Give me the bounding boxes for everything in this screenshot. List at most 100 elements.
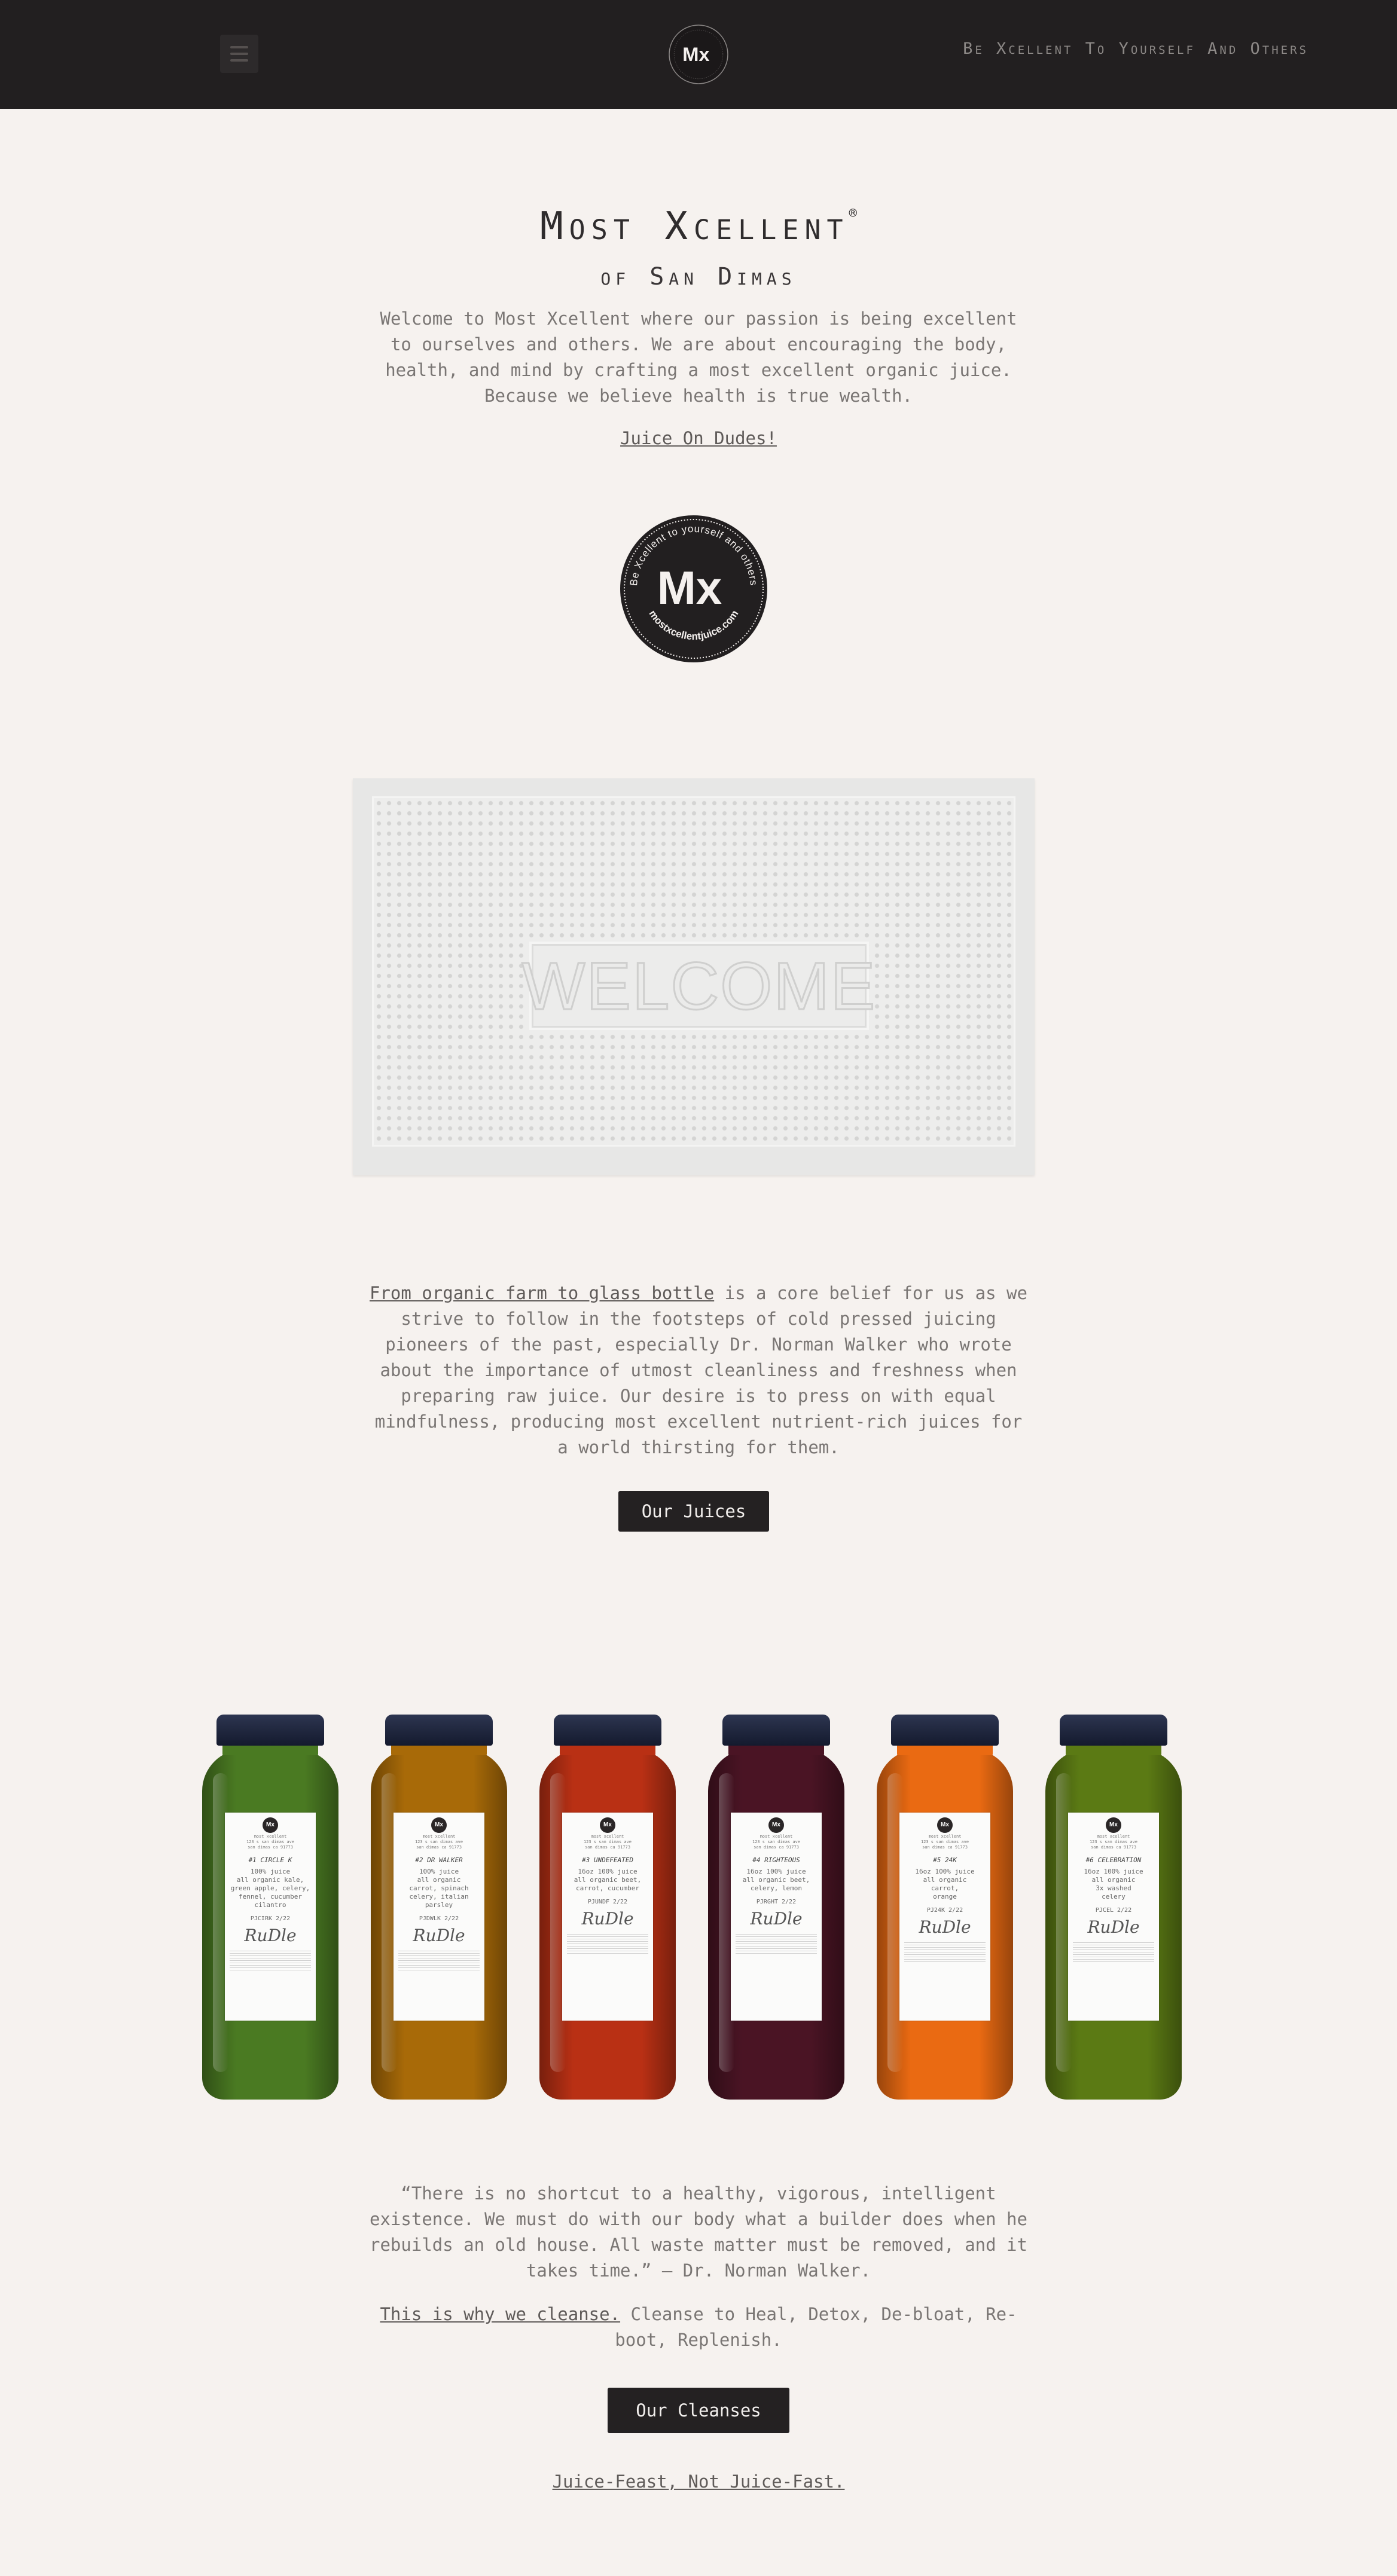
walker-quote: “There is no shortcut to a healthy, vigo… <box>0 2181 1397 2284</box>
juice-on-dudes-link[interactable]: Juice On Dudes! <box>0 428 1397 448</box>
label-signature: RuDle <box>413 1926 465 1945</box>
label-city: san dimas ca 91773 <box>585 1845 630 1850</box>
label-signature: RuDle <box>244 1926 297 1945</box>
label-batch: PJDWLK 2/22 <box>419 1915 459 1922</box>
label-description: 16oz 100% juice all organic carrot, orange <box>899 1868 990 1901</box>
label-city: san dimas ca 91773 <box>416 1845 462 1850</box>
label-juice-name: #6 CELEBRATION <box>1085 1856 1142 1864</box>
label-logo: Mx <box>431 1817 447 1833</box>
label-signature: RuDle <box>919 1917 971 1937</box>
quote-line: rebuilds an old house. All waste matter … <box>370 2235 1027 2255</box>
label-logo: Mx <box>768 1817 784 1833</box>
intro-line: Welcome to Most Xcellent where our passi… <box>380 308 1017 329</box>
menu-bar <box>230 59 248 62</box>
label-desc-line: parsley <box>425 1901 453 1909</box>
label-fine-print <box>230 1949 311 1970</box>
juice-bottle: Mx most xcellent 123 s san dimas ave san… <box>1041 1710 1186 2104</box>
intro-line: to ourselves and others. We are about en… <box>390 334 1007 355</box>
farm-line: strive to follow in the footsteps of col… <box>401 1309 996 1329</box>
label-desc-line: cilantro <box>254 1901 286 1909</box>
label-brand: most xcellent <box>759 1834 793 1839</box>
label-description: 100% juice all organic kale, green apple, … <box>225 1868 316 1909</box>
label-desc-line: carrot, <box>931 1884 959 1892</box>
bottle-label: Mx most xcellent 123 s san dimas ave san… <box>394 1813 484 2021</box>
juice-bottle: Mx most xcellent 123 s san dimas ave san… <box>366 1710 512 2104</box>
header-tagline: Be Xcellent To Yourself And Others <box>963 39 1308 58</box>
welcome-mat-texture: WELCOME <box>372 796 1015 1147</box>
label-desc-line: all organic <box>417 1876 461 1884</box>
menu-bar <box>230 53 248 55</box>
label-desc-line: carrot, cucumber <box>576 1884 639 1892</box>
brand-subtitle: of San Dimas <box>600 263 797 291</box>
label-desc-line: 100% juice <box>250 1868 291 1875</box>
label-brand: most xcellent <box>254 1834 287 1839</box>
brand-title: Most Xcellent® <box>0 204 1397 249</box>
hamburger-menu-button[interactable] <box>220 35 258 73</box>
label-description: 100% juice all organic carrot, spinach cele… <box>394 1868 484 1909</box>
cleanse-line: boot, Replenish. <box>615 2330 782 2350</box>
label-logo: Mx <box>937 1817 953 1833</box>
why-we-cleanse-link[interactable]: This is why we cleanse. <box>380 2304 620 2324</box>
farm-first-line-rest: is a core belief for us as we <box>714 1283 1027 1303</box>
label-logo: Mx <box>600 1817 615 1833</box>
bottle-label: Mx most xcellent 123 s san dimas ave san… <box>1068 1813 1159 2021</box>
our-juices-button[interactable]: Our Juices <box>618 1491 769 1532</box>
label-juice-name: #2 DR WALKER <box>415 1856 463 1864</box>
label-juice-name: #5 24K <box>933 1856 957 1864</box>
label-desc-line: 16oz 100% juice <box>746 1868 806 1875</box>
intro-line: health, and mind by crafting a most exce… <box>385 360 1012 380</box>
label-description: 16oz 100% juice all organic beet, celery, … <box>731 1868 822 1893</box>
quote-line: “There is no shortcut to a healthy, vigo… <box>401 2183 996 2204</box>
label-juice-name: #1 CIRCLE K <box>248 1856 292 1864</box>
header-logo-mark: Mx <box>682 43 709 65</box>
label-fine-print <box>567 1932 648 1954</box>
label-desc-line: all organic beet, <box>742 1876 810 1884</box>
label-desc-line: fennel, cucumber <box>239 1893 302 1900</box>
organic-farm-link[interactable]: From organic farm to glass bottle <box>370 1283 714 1303</box>
label-brand: most xcellent <box>591 1834 624 1839</box>
label-address: 123 s san dimas ave <box>1089 1839 1138 1844</box>
bottle-cap <box>554 1715 661 1746</box>
label-address: 123 s san dimas ave <box>752 1839 801 1844</box>
bottle-cap <box>891 1715 999 1746</box>
juice-feast-link[interactable]: Juice-Feast, Not Juice-Fast. <box>0 2471 1397 2492</box>
welcome-mat-word: WELCOME <box>521 942 876 1030</box>
juice-bottles-image: Mx most xcellent 123 s san dimas ave san… <box>197 1710 1202 2104</box>
label-desc-line: all organic kale, <box>236 1876 304 1884</box>
label-desc-line: 16oz 100% juice <box>1084 1868 1143 1875</box>
juice-bottle: Mx most xcellent 123 s san dimas ave san… <box>197 1710 343 2104</box>
label-desc-line: 3x washed <box>1096 1884 1131 1892</box>
cleanse-paragraph: This is why we cleanse. Cleanse to Heal,… <box>0 2302 1397 2353</box>
menu-bar <box>230 46 248 48</box>
label-logo: Mx <box>1106 1817 1121 1833</box>
label-desc-line: green apple, celery, <box>230 1884 310 1892</box>
label-desc-line: 16oz 100% juice <box>915 1868 975 1875</box>
label-desc-line: celery, lemon <box>750 1884 803 1892</box>
label-address: 123 s san dimas ave <box>414 1839 463 1844</box>
label-desc-line: 16oz 100% juice <box>578 1868 638 1875</box>
bottle-label: Mx most xcellent 123 s san dimas ave san… <box>225 1813 316 2021</box>
label-desc-line: celery <box>1102 1893 1125 1900</box>
bottle-label: Mx most xcellent 123 s san dimas ave san… <box>562 1813 653 2021</box>
bottle-cap <box>385 1715 493 1746</box>
farm-line: a world thirsting for them. <box>557 1437 840 1457</box>
label-logo: Mx <box>263 1817 278 1833</box>
label-juice-name: #3 UNDEFEATED <box>581 1856 634 1864</box>
brand-title-text: Most Xcellent <box>540 204 849 249</box>
label-address: 123 s san dimas ave <box>246 1839 295 1844</box>
label-address: 123 s san dimas ave <box>920 1839 969 1844</box>
label-juice-name: #4 RIGHTEOUS <box>752 1856 800 1864</box>
label-batch: PJUNDF 2/22 <box>587 1899 628 1905</box>
label-signature: RuDle <box>581 1909 634 1929</box>
header-logo[interactable]: Mx <box>668 24 729 85</box>
our-cleanses-button[interactable]: Our Cleanses <box>608 2388 789 2433</box>
farm-paragraph: From organic farm to glass bottle is a c… <box>0 1281 1397 1460</box>
intro-paragraph: Welcome to Most Xcellent where our passi… <box>0 306 1397 409</box>
quote-line: takes time.” – Dr. Norman Walker. <box>526 2260 871 2281</box>
brand-seal-logo: Be Xcellent to yourself and others mostx… <box>620 515 767 662</box>
registered-mark: ® <box>849 206 857 221</box>
label-batch: PJCEL 2/22 <box>1095 1907 1132 1914</box>
bottle-label: Mx most xcellent 123 s san dimas ave san… <box>731 1813 822 2021</box>
label-desc-line: all organic <box>1091 1876 1136 1884</box>
label-city: san dimas ca 91773 <box>922 1845 968 1850</box>
